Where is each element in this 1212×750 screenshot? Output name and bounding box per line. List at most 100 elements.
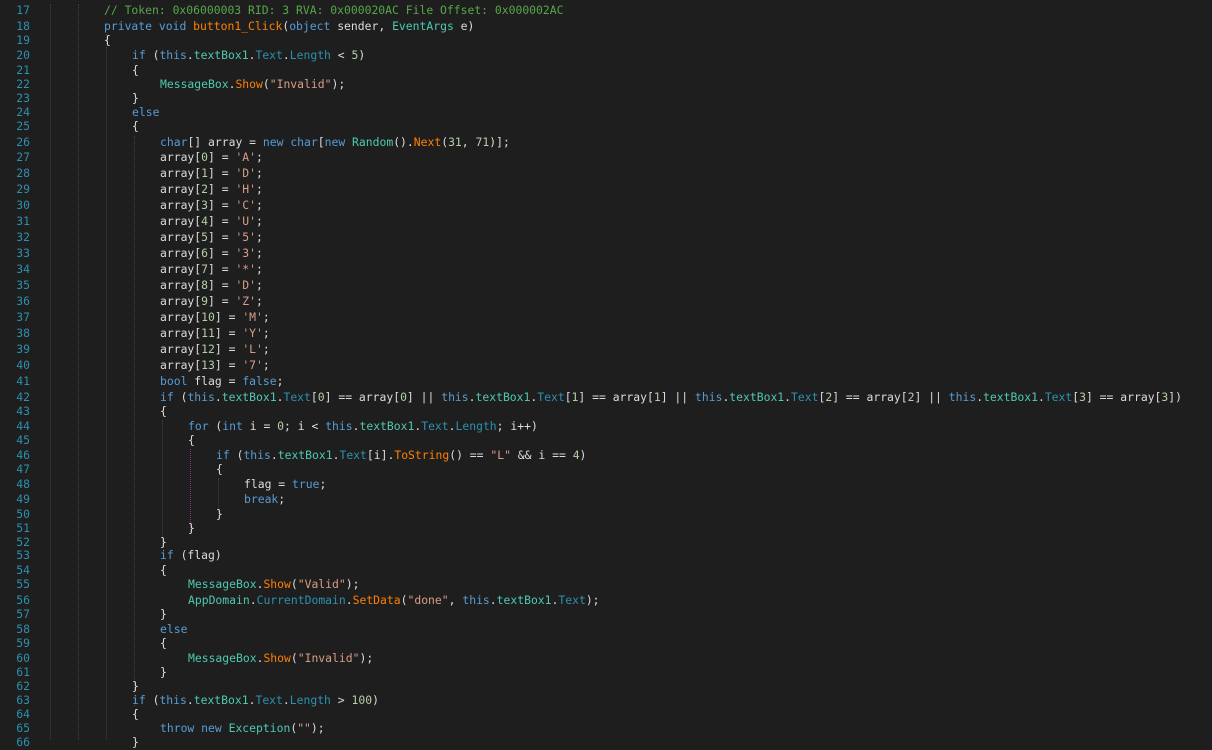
token-plain: ] =: [208, 278, 236, 292]
line-number: 41: [16, 374, 30, 388]
token-field: textBox1: [475, 390, 531, 404]
token-plain: array[: [160, 246, 202, 260]
code-text: if (this.textBox1.Text.Length < 5): [132, 47, 365, 63]
token-prop: Text: [255, 48, 283, 62]
token-keyword: new: [324, 135, 346, 149]
code-line: 45 {: [0, 432, 1212, 448]
token-plain: {: [104, 33, 111, 47]
line-number: 32: [16, 230, 30, 244]
code-line: 43 {: [0, 403, 1212, 419]
code-line: 30 array[3] = 'C';: [0, 197, 1212, 213]
code-line: 34 array[7] = '*';: [0, 261, 1212, 277]
token-plain: ] =: [208, 262, 236, 276]
token-plain: ] == array[: [832, 390, 908, 404]
line-number: 31: [16, 214, 30, 228]
token-number: 0: [400, 390, 407, 404]
code-text: array[11] = 'Y';: [160, 325, 270, 341]
token-plain: .: [186, 48, 194, 62]
token-plain: ;: [256, 262, 263, 276]
token-plain: ;: [256, 230, 263, 244]
token-plain: sender,: [330, 19, 393, 33]
token-plain: [] array =: [187, 135, 263, 149]
token-plain: ;: [262, 326, 270, 340]
token-number: 71: [475, 135, 490, 149]
code-line: 28 array[1] = 'D';: [0, 165, 1212, 181]
code-text: {: [216, 461, 223, 477]
token-plain: [: [317, 135, 325, 149]
code-line: 37 array[10] = 'M';: [0, 309, 1212, 325]
line-number: 57: [16, 607, 30, 621]
token-plain: );: [359, 651, 374, 665]
line-number: 45: [16, 433, 30, 447]
token-keyword: new: [262, 135, 284, 149]
token-plain: .: [784, 390, 792, 404]
token-plain: array[: [160, 342, 202, 356]
token-plain: (: [262, 77, 270, 91]
token-prop: Length: [455, 419, 497, 433]
token-plain: ] =: [208, 230, 236, 244]
code-text: MessageBox.Show("Valid");: [188, 576, 359, 592]
code-text: array[1] = 'D';: [160, 165, 263, 181]
token-plain: );: [331, 77, 346, 91]
token-plain: ] ||: [914, 390, 949, 404]
token-plain: array[: [160, 214, 202, 228]
token-string: "Invalid": [297, 651, 360, 665]
code-line: 31 array[4] = 'U';: [0, 213, 1212, 229]
token-keyword: break: [244, 492, 279, 506]
token-type: Exception: [228, 721, 291, 735]
token-plain: {: [132, 119, 139, 133]
token-plain: ,: [461, 135, 476, 149]
token-plain: (: [173, 390, 188, 404]
token-plain: .: [468, 390, 476, 404]
code-line: 57}: [0, 606, 1212, 622]
code-line: 19 {: [0, 32, 1212, 48]
code-text: {: [160, 403, 167, 419]
token-number: 2: [201, 182, 209, 196]
token-keyword: false: [242, 374, 277, 388]
token-plain: ] == array[: [578, 390, 654, 404]
token-keyword: object: [289, 19, 331, 33]
token-plain: .: [186, 693, 194, 707]
token-plain: ; i++): [496, 419, 538, 433]
token-prop: Text: [283, 390, 311, 404]
token-plain: array[: [160, 230, 202, 244]
token-field: textBox1: [729, 390, 785, 404]
token-number: 4: [201, 214, 209, 228]
token-keyword: int: [222, 419, 243, 433]
token-plain: flag =: [187, 374, 243, 388]
code-text: array[2] = 'H';: [160, 181, 263, 197]
code-text: array[5] = '5';: [160, 229, 263, 245]
token-string: 'Y': [242, 326, 263, 340]
token-plain: (: [208, 419, 223, 433]
token-plain: i =: [242, 419, 278, 433]
token-plain: .: [448, 419, 456, 433]
token-plain: {: [160, 636, 167, 650]
token-plain: ;: [262, 358, 270, 372]
token-keyword: if: [160, 390, 174, 404]
code-text: }: [160, 606, 167, 622]
line-number: 66: [16, 735, 30, 749]
token-plain: array[: [160, 198, 202, 212]
token-prop: Text: [791, 390, 819, 404]
token-keyword: if: [160, 548, 174, 562]
token-plain: {: [132, 63, 139, 77]
token-field: textBox1: [193, 693, 249, 707]
token-plain: .: [282, 693, 290, 707]
token-plain: ;: [256, 182, 263, 196]
token-plain: }: [132, 91, 139, 105]
token-string: "done": [407, 593, 449, 607]
code-editor[interactable]: 17// Token: 0x06000003 RID: 3 RVA: 0x000…: [0, 0, 1212, 749]
token-plain: ] =: [208, 294, 236, 308]
code-text: {: [104, 32, 111, 48]
line-number: 37: [16, 310, 30, 324]
line-number: 29: [16, 182, 30, 196]
token-plain: ;: [256, 278, 263, 292]
code-text: array[3] = 'C';: [160, 197, 263, 213]
code-text: array[10] = 'M';: [160, 309, 270, 325]
token-prop: Length: [289, 48, 331, 62]
code-text: flag = true;: [244, 476, 326, 492]
token-string: '7': [242, 358, 263, 372]
code-text: char[] array = new char[new Random().Nex…: [160, 134, 510, 150]
code-line: 29 array[2] = 'H';: [0, 181, 1212, 197]
line-number: 47: [16, 462, 30, 476]
